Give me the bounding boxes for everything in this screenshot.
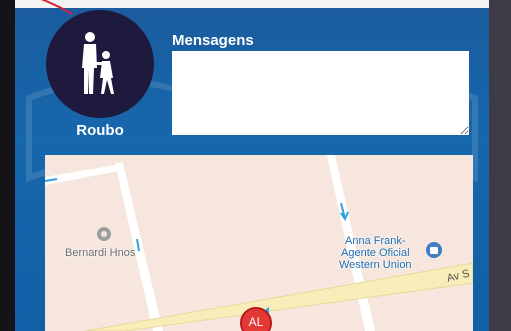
map-view[interactable]: Bernardi Hnos Anna Frank- Agente Oficial…	[45, 155, 473, 331]
adult-child-icon	[82, 32, 114, 94]
poi-anna-frank[interactable]: Anna Frank- Agente Oficial Western Union	[339, 235, 412, 271]
device-top-edge	[15, 0, 489, 8]
messages-label: Mensagens	[172, 32, 254, 49]
category-button[interactable]	[46, 10, 154, 118]
category-label: Roubo	[76, 122, 124, 139]
report-screen: Roubo Mensagens Bernardi Hnos Anna Frank…	[15, 8, 489, 331]
poi-bernardi-hnos[interactable]: Bernardi Hnos	[65, 247, 135, 259]
pointer-line-icon	[40, 0, 73, 15]
road-top-left	[45, 165, 119, 185]
report-location-marker[interactable]: AL	[240, 307, 272, 331]
messages-input[interactable]	[172, 51, 469, 135]
device-right-edge	[489, 0, 511, 331]
device-left-edge	[0, 0, 15, 331]
